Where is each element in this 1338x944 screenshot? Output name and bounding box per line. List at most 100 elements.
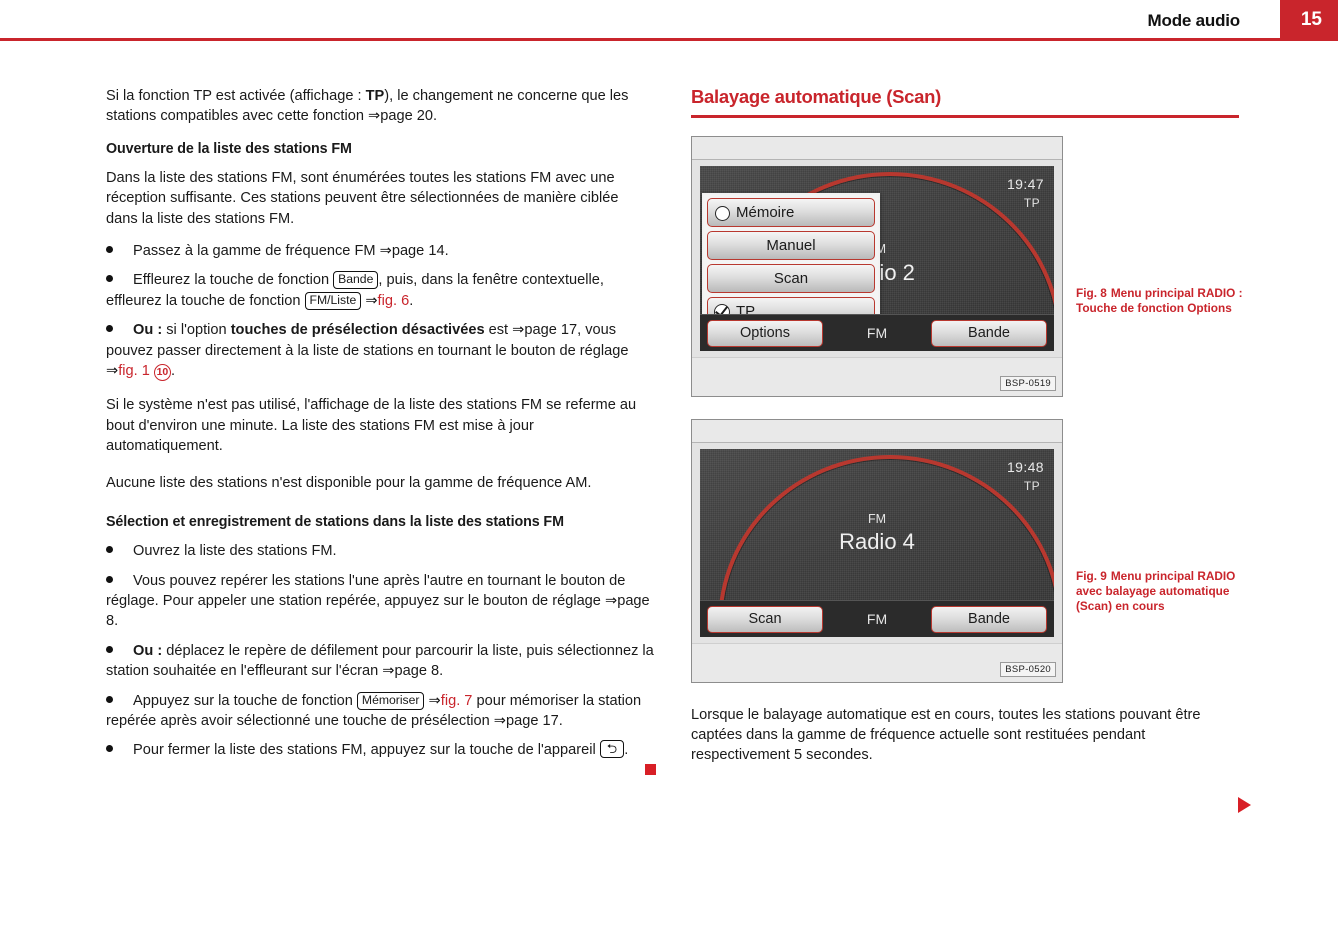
bullet3-xref-2[interactable]: fig. 1 [118,363,150,379]
tp-indicator: TP [1023,195,1040,210]
figure-9-softkey-row: Scan FM Bande [700,599,1054,637]
bullet2-xref[interactable]: fig. 6 [378,293,410,309]
clock-display: 19:47 [1006,175,1044,192]
paragraph-timeout: Si le système n'est pas utilisé, l'affic… [106,397,637,455]
bullet7-text-1: Appuyez sur la touche de fonction [133,692,357,709]
bullet7-xref-1[interactable]: fig. 7 [441,693,473,709]
page-header: Mode audio 15 [0,0,1338,41]
section-heading: Balayage automatique (Scan) [691,86,941,107]
list-item: Pour fermer la liste des stations FM, ap… [106,740,654,760]
clock-display: 19:48 [1006,458,1044,475]
bullet5-tail: . [114,613,119,630]
left-column: Si la fonction TP est activée (affichage… [106,86,654,770]
xref-arrow-icon: ⇒ [106,363,119,380]
paragraph-am-note: Aucune liste des stations n'est disponib… [106,474,592,491]
figure-8-softkey-row: Options FM Bande [700,313,1054,351]
bullet6-tail: . [439,663,444,680]
paragraph-liste-fm: Dans la liste des stations FM, sont énum… [106,169,619,227]
figure-9-screen: 19:48 TP FM Radio 4 Scan FM Bande [700,448,1054,637]
page-title: Mode audio [1147,11,1241,30]
key-glyph-back-arrow-icon[interactable]: ⮌ [599,740,625,759]
heading-selection-enregistrement: Sélection et enregistrement de stations … [106,514,564,531]
bullet-dot-icon [106,745,113,753]
popup-item-scan[interactable]: Scan [707,263,875,293]
key-glyph-fm-liste[interactable]: FM/Liste [304,291,362,310]
bullet6-text: déplacez le repère de défilement pour pa… [106,642,654,680]
list-item: Passez à la gamme de fréquence FM ⇒page … [106,241,654,261]
figure-8-bottom-bezel: BSP-0519 [692,356,1062,396]
intro-text-1: Si la fonction TP est activée (affichage… [106,88,366,104]
radio-button-icon [715,205,730,221]
intro-xref[interactable]: page 20 [380,108,433,124]
intro-bold-tp: TP [365,88,385,104]
bullet1-xref[interactable]: page 14 [392,243,445,259]
bullet5-text: Vous pouvez repérer les stations l'une a… [106,572,626,609]
bullet-dot-icon [106,695,113,703]
figure-9-wrapper: 19:48 TP FM Radio 4 Scan FM Bande BSP-05… [691,418,1244,683]
figure-9-top-bezel [692,419,1062,443]
xref-arrow-icon: ⇒ [604,592,618,609]
figure-8-top-bezel [692,136,1062,160]
popup-item-label: Scan [773,269,809,287]
xref-arrow-icon: ⇒ [368,108,381,125]
bullet-dot-icon [106,275,113,283]
figure-9-watermark: BSP-0520 [1000,661,1056,677]
softkey-bande[interactable]: Bande [931,605,1047,633]
popup-item-memoire[interactable]: Mémoire [707,197,875,227]
bullet-dot-icon [106,645,113,653]
list-item: Effleurez la touche de fonction Bande, p… [106,270,654,311]
figure-9-bottom-bezel: BSP-0520 [692,642,1062,682]
figure-9: 19:48 TP FM Radio 4 Scan FM Bande BSP-05… [691,418,1063,683]
options-popup-menu: Mémoire Manuel Scan TP [702,192,880,331]
bullet-dot-icon [106,575,113,583]
callout-number-10: 10 [153,364,171,382]
right-column: Balayage automatique (Scan) 19:47 TP FM … [691,86,1244,778]
softkey-bande[interactable]: Bande [931,319,1047,347]
closing-paragraph: Lorsque le balayage automatique est en c… [691,706,1201,764]
bullet2-tail: . [409,292,414,309]
section-divider [691,115,1239,118]
xref-arrow-icon: ⇒ [512,322,525,339]
list-item: Ouvrez la liste des stations FM. [106,541,654,561]
intro-text-3: . [433,108,438,125]
key-glyph-bande[interactable]: Bande [333,271,379,290]
bullet6-bold-ou: Ou : [133,642,163,659]
popup-item-label: Manuel [766,236,816,254]
page-number: 15 [1300,9,1322,30]
list-item: Appuyez sur la touche de fonction Mémori… [106,691,654,732]
bullet7-xref-2[interactable]: page 17 [506,713,559,729]
tp-indicator: TP [1023,478,1040,493]
list-item: Vous pouvez repérer les stations l'une a… [106,571,654,632]
station-name: Radio 4 [839,528,915,554]
bullet-dot-icon [106,325,113,333]
bullet4-text: Ouvrez la liste des stations FM. [133,543,337,560]
bullet3-text-1: si l'option [162,322,231,339]
figure-8-screen: 19:47 TP FM Radio 2 Mémoire Manuel Scan [700,165,1054,351]
figure-9-caption: Fig. 9 Menu principal RADIO avec balayage… [1076,569,1244,615]
header-divider [0,38,1338,41]
bullet3-text-2: est [484,322,513,339]
list-item: Ou : si l'option touches de présélection… [106,320,654,382]
bullet3-bold-ou: Ou : [133,322,163,339]
bullet8-text: Pour fermer la liste des stations FM, ap… [133,742,600,759]
list-item: Ou : déplacez le repère de défilement po… [106,641,654,682]
continuation-arrow-icon [1238,797,1251,813]
figure-8-watermark: BSP-0519 [1000,375,1056,391]
section-end-marker [645,764,656,775]
bullet2-text-1: Effleurez la touche de fonction [133,272,334,289]
key-glyph-memoriser[interactable]: Mémoriser [356,691,425,710]
popup-item-manuel[interactable]: Manuel [707,230,875,260]
figure-8-wrapper: 19:47 TP FM Radio 2 Mémoire Manuel Scan [691,135,1244,397]
bullet1-tail: . [444,243,449,260]
bullet7-tail: . [558,712,563,729]
figure-8-caption: Fig. 8 Menu principal RADIO : Touche de f… [1076,286,1244,316]
xref-arrow-icon: ⇒ [428,692,441,709]
bullet-dot-icon [106,246,113,254]
intro-paragraph: Si la fonction TP est activée (affichage… [106,86,654,127]
bullet6-xref[interactable]: page 8 [395,663,440,679]
figure-8-number: Fig. 8 [1076,285,1107,300]
bullet3-xref-1[interactable]: page 17 [524,322,577,338]
bullet1-text: Passez à la gamme de fréquence FM [133,243,380,260]
xref-arrow-icon: ⇒ [382,663,395,680]
xref-arrow-icon: ⇒ [379,243,392,260]
